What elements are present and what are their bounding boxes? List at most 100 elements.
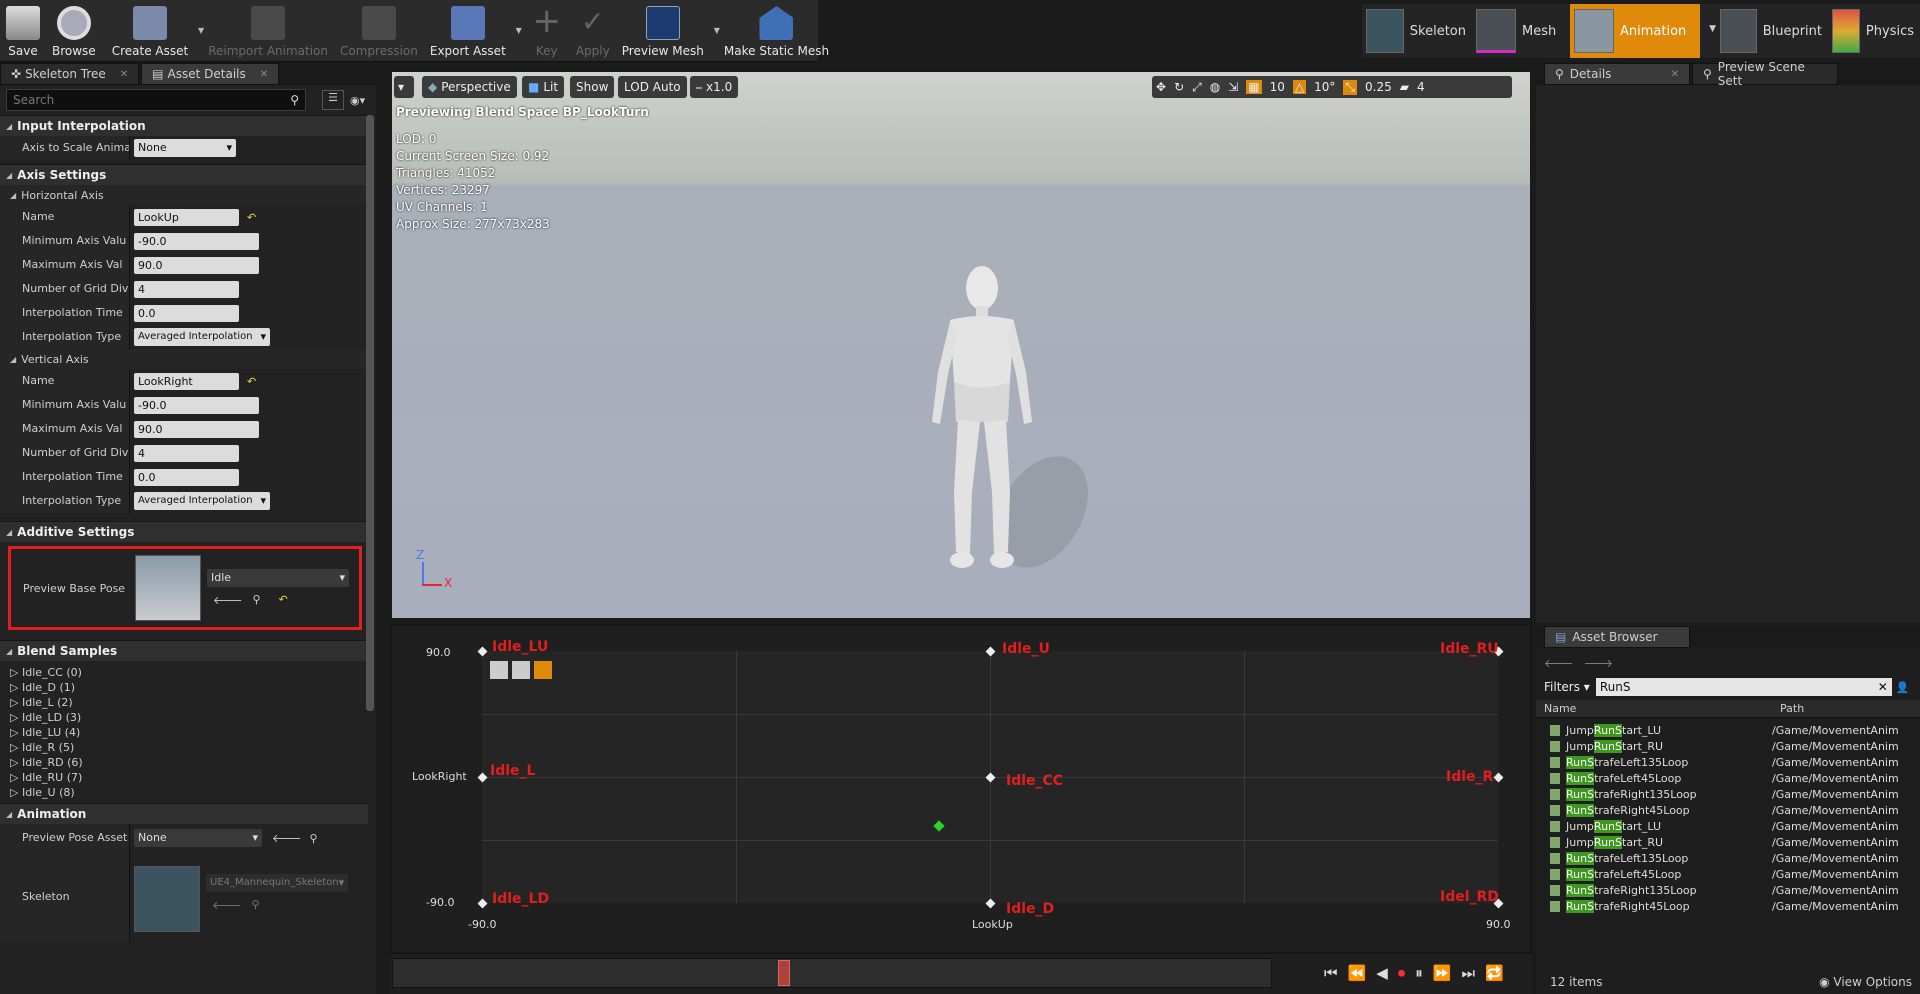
export-asset-button[interactable]: Export Asset ▼ xyxy=(424,0,522,62)
animation-names-icon[interactable] xyxy=(534,661,552,679)
triangulation-icon[interactable] xyxy=(490,661,508,679)
asset-row[interactable]: RunS trafeRight135Loop/Game/MovementAnim xyxy=(1546,882,1920,898)
camera-speed-icon[interactable]: ▰ xyxy=(1400,80,1409,94)
lit-button[interactable]: ■ Lit xyxy=(522,76,565,98)
column-header-name[interactable]: Name xyxy=(1536,702,1776,715)
browse-icon[interactable]: ⚲ xyxy=(310,832,318,845)
translate-icon[interactable]: ✥ xyxy=(1156,80,1166,94)
mode-blueprint[interactable]: Blueprint xyxy=(1716,4,1828,58)
asset-row[interactable]: RunS trafeLeft135Loop/Game/MovementAnim xyxy=(1546,754,1920,770)
eye-icon[interactable]: ◉▾ xyxy=(350,94,365,107)
scrub-handle[interactable] xyxy=(778,960,790,986)
loop-icon[interactable]: 🔁 xyxy=(1485,964,1504,982)
tab-asset-browser[interactable]: ▤ Asset Browser xyxy=(1544,626,1690,648)
asset-row[interactable]: RunS trafeLeft45Loop/Game/MovementAnim xyxy=(1546,770,1920,786)
horizontal-interp-type-dropdown[interactable]: Averaged Interpolation ▾ xyxy=(134,328,270,346)
sample-point[interactable] xyxy=(477,646,488,657)
list-item[interactable]: ▷ Idle_U (8) xyxy=(0,785,368,800)
grid-snap-icon[interactable]: ▦ xyxy=(1246,80,1262,94)
asset-row[interactable]: RunS trafeRight135Loop/Game/MovementAnim xyxy=(1546,786,1920,802)
use-selected-icon[interactable]: 🡐 xyxy=(213,593,243,607)
vertical-interp-time-field[interactable]: 0.0 xyxy=(134,468,239,486)
asset-row[interactable]: Jump RunS tart_LU/Game/MovementAnim xyxy=(1546,722,1920,738)
asset-row[interactable]: RunS trafeRight45Loop/Game/MovementAnim xyxy=(1546,898,1920,914)
make-static-mesh-button[interactable]: Make Static Mesh xyxy=(718,0,835,62)
asset-row[interactable]: Jump RunS tart_RU/Game/MovementAnim xyxy=(1546,738,1920,754)
record-icon[interactable]: ⏺ xyxy=(1398,964,1406,982)
list-item[interactable]: ▷ Idle_L (2) xyxy=(0,695,368,710)
vertical-min-field[interactable]: -90.0 xyxy=(134,396,259,414)
timeline-scrubber-track[interactable] xyxy=(392,958,1272,988)
playback-speed-button[interactable]: ⎯ x1.0 xyxy=(690,76,739,98)
asset-row[interactable]: RunS trafeLeft135Loop/Game/MovementAnim xyxy=(1546,850,1920,866)
viewport-options-button[interactable]: ▾ xyxy=(394,76,414,98)
browse-button[interactable]: Browse xyxy=(46,0,102,62)
use-selected-icon[interactable]: 🡐 xyxy=(272,831,302,845)
skeleton-thumbnail[interactable] xyxy=(134,866,200,932)
animation-header[interactable]: ◢ Animation xyxy=(0,803,368,824)
pose-thumbnail[interactable] xyxy=(135,555,201,621)
horizontal-min-field[interactable]: -90.0 xyxy=(134,232,259,250)
blend-samples-header[interactable]: ◢ Blend Samples xyxy=(0,640,368,661)
key-button[interactable]: + Key xyxy=(524,0,570,62)
scrollbar[interactable] xyxy=(366,115,374,711)
axis-settings-header[interactable]: ◢ Axis Settings xyxy=(0,164,368,185)
lock-icon[interactable]: 👤 xyxy=(1896,681,1910,694)
compression-button[interactable]: Compression xyxy=(334,0,424,62)
skip-to-start-icon[interactable]: ⏮ xyxy=(1324,964,1338,982)
perspective-button[interactable]: ◆ Perspective xyxy=(422,76,517,98)
lod-button[interactable]: LOD Auto xyxy=(618,76,687,98)
view-options-button[interactable]: ◉ View Options xyxy=(1819,975,1912,989)
asset-row[interactable]: RunS trafeRight45Loop/Game/MovementAnim xyxy=(1546,802,1920,818)
preview-viewport[interactable]: ▾ ◆ Perspective ■ Lit Show LOD Auto ⎯ x1.0 … xyxy=(390,70,1532,620)
use-selected-icon[interactable]: 🡐 xyxy=(212,898,242,912)
sample-point[interactable] xyxy=(985,772,996,783)
sample-point[interactable] xyxy=(985,898,996,909)
rotate-icon[interactable]: ↻ xyxy=(1174,80,1184,94)
horizontal-interp-time-field[interactable]: 0.0 xyxy=(134,304,239,322)
vertical-name-field[interactable]: LookRight xyxy=(134,372,239,390)
asset-row[interactable]: Jump RunS tart_RU/Game/MovementAnim xyxy=(1546,834,1920,850)
column-header-path[interactable]: Path xyxy=(1776,702,1804,715)
reset-icon[interactable]: ↶ xyxy=(279,593,288,607)
preview-pose-asset-dropdown[interactable]: None ▾ xyxy=(134,829,262,847)
apply-button[interactable]: ✓ Apply xyxy=(570,0,616,62)
chevron-down-icon[interactable]: ▼ xyxy=(516,26,522,35)
sample-point[interactable] xyxy=(477,772,488,783)
world-icon[interactable]: ◍ xyxy=(1210,80,1220,94)
play-reverse-icon[interactable]: ◀ xyxy=(1376,964,1388,982)
input-interpolation-header[interactable]: ◢ Input Interpolation xyxy=(0,115,368,136)
close-icon[interactable]: ✕ xyxy=(260,69,268,80)
step-back-icon[interactable]: ⏪ xyxy=(1348,964,1367,982)
additive-settings-header[interactable]: ◢ Additive Settings xyxy=(0,521,368,542)
horizontal-grid-field[interactable]: 4 xyxy=(134,280,239,298)
vertical-interp-type-dropdown[interactable]: Averaged Interpolation ▾ xyxy=(134,492,270,510)
skip-to-end-icon[interactable]: ⏭ xyxy=(1461,964,1475,982)
list-view-icon[interactable]: ☰ xyxy=(322,90,344,110)
preview-position-marker[interactable] xyxy=(933,820,945,832)
filters-button[interactable]: Filters ▾ xyxy=(1544,680,1590,694)
browse-icon[interactable]: ⚲ xyxy=(252,898,260,912)
sample-point[interactable] xyxy=(985,646,996,657)
sample-point[interactable] xyxy=(1493,772,1504,783)
create-asset-button[interactable]: Create Asset ▼ xyxy=(106,0,204,62)
mode-skeleton[interactable]: Skeleton xyxy=(1362,4,1472,58)
close-icon[interactable]: ✕ xyxy=(1671,69,1679,80)
list-item[interactable]: ▷ Idle_RU (7) xyxy=(0,770,368,785)
scale-snap-icon[interactable]: ⤡ xyxy=(1343,79,1358,95)
close-icon[interactable]: ✕ xyxy=(1878,680,1888,694)
tab-details[interactable]: ⚲ Details ✕ xyxy=(1544,63,1690,85)
vertical-axis-header[interactable]: ◢ Vertical Axis xyxy=(0,349,368,369)
blend-space-grid[interactable]: Idle_LU Idle_U Idle_RU Idle_L Idle_CC Idle_R I… xyxy=(477,639,1504,917)
list-item[interactable]: ▷ Idle_RD (6) xyxy=(0,755,368,770)
pause-icon[interactable]: ⏸ xyxy=(1415,964,1423,982)
tab-skeleton-tree[interactable]: ✜ Skeleton Tree ✕ xyxy=(0,63,140,85)
asset-search-input[interactable]: RunS ✕ xyxy=(1595,678,1892,696)
asset-row[interactable]: Jump RunS tart_LU/Game/MovementAnim xyxy=(1546,818,1920,834)
skeleton-dropdown[interactable]: UE4_Mannequin_Skeleton ▾ xyxy=(206,874,348,892)
chevron-down-icon[interactable]: ▼ xyxy=(1709,24,1716,34)
reset-icon[interactable]: ↶ xyxy=(247,211,256,224)
horizontal-axis-header[interactable]: ◢ Horizontal Axis xyxy=(0,185,368,205)
mode-mesh[interactable]: Mesh xyxy=(1472,4,1570,58)
tooltip-icon[interactable] xyxy=(512,661,530,679)
